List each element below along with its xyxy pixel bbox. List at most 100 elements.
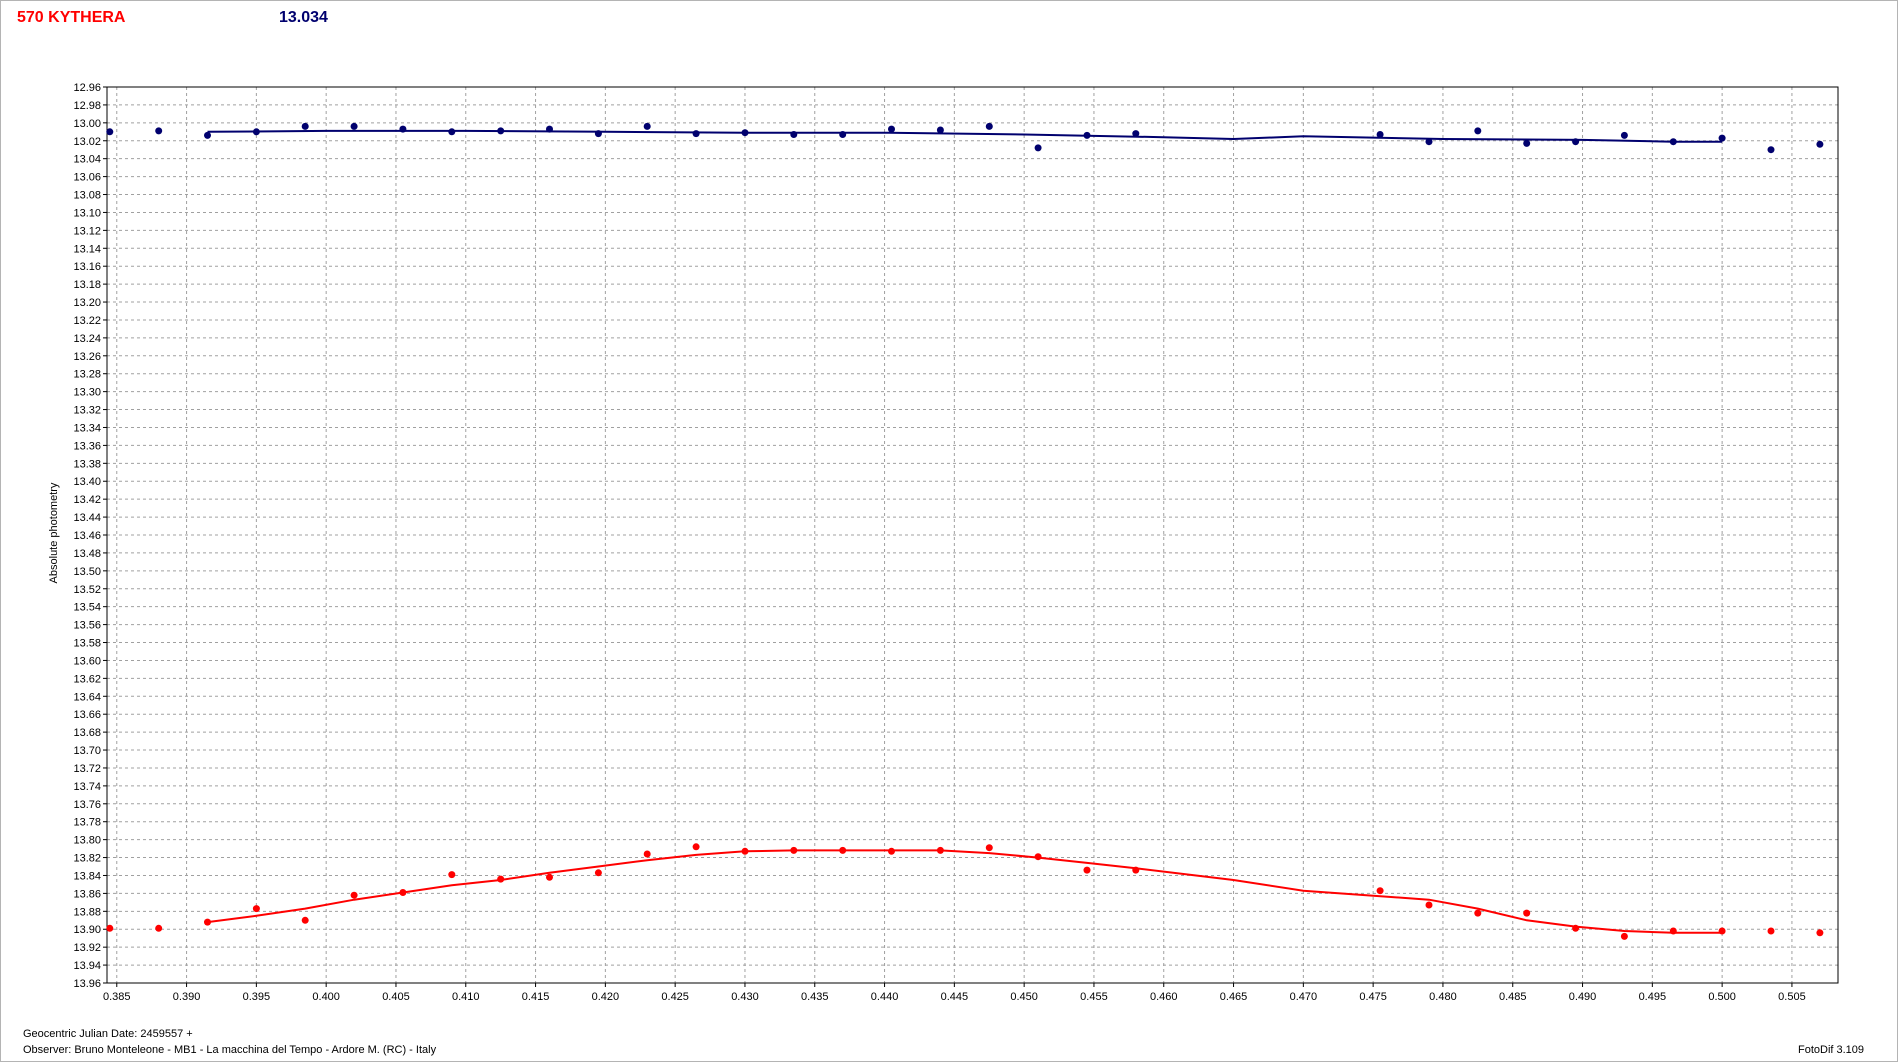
x-tick-label: 0.405	[382, 991, 410, 1003]
y-tick-label: 13.08	[73, 190, 101, 202]
data-point	[350, 891, 358, 899]
data-point	[1767, 146, 1775, 154]
data-point	[692, 130, 700, 138]
data-point	[1572, 138, 1580, 146]
y-tick-label: 13.26	[73, 351, 101, 363]
x-tick-label: 0.425	[661, 991, 689, 1003]
data-point	[448, 871, 456, 879]
y-tick-label: 13.20	[73, 297, 101, 309]
y-tick-label: 13.34	[73, 422, 101, 434]
data-point	[1620, 131, 1628, 139]
data-point	[1523, 139, 1531, 147]
data-point	[1376, 887, 1384, 895]
data-point	[594, 130, 602, 138]
data-point	[1034, 853, 1042, 861]
y-tick-label: 13.42	[73, 494, 101, 506]
data-point	[1816, 929, 1824, 937]
data-point	[399, 889, 407, 896]
y-tick-label: 13.10	[73, 207, 101, 219]
x-tick-label: 0.390	[173, 991, 201, 1003]
y-tick-label: 13.14	[73, 243, 101, 255]
y-tick-label: 13.84	[73, 870, 101, 882]
data-point	[1669, 927, 1677, 935]
y-tick-label: 13.40	[73, 476, 101, 488]
y-tick-label: 13.52	[73, 584, 101, 596]
data-point	[497, 127, 505, 135]
x-tick-label: 0.475	[1359, 991, 1387, 1003]
y-tick-label: 13.12	[73, 225, 101, 237]
data-point	[936, 846, 944, 854]
y-tick-label: 12.98	[73, 100, 101, 112]
data-point	[1572, 924, 1580, 932]
y-tick-label: 13.48	[73, 548, 101, 560]
y-tick-label: 13.16	[73, 261, 101, 273]
x-tick-label: 0.505	[1778, 991, 1806, 1003]
data-point	[1376, 131, 1384, 138]
data-point	[106, 128, 114, 136]
y-tick-label: 13.76	[73, 799, 101, 811]
data-point	[985, 122, 993, 130]
x-axis-ticks: 0.385 0.390 0.395 0.400 0.405 0.410 0.415 0.420…	[103, 983, 1806, 1003]
x-tick-label: 0.410	[452, 991, 480, 1003]
y-tick-label: 13.82	[73, 853, 101, 865]
y-tick-label: 13.80	[73, 835, 101, 847]
x-tick-label: 0.440	[871, 991, 899, 1003]
data-point	[1425, 901, 1433, 909]
data-point	[155, 127, 163, 135]
data-point	[643, 122, 651, 130]
x-tick-label: 0.465	[1220, 991, 1248, 1003]
data-point	[741, 847, 749, 855]
footer-observer: Observer: Bruno Monteleone - MB1 - La ma…	[23, 1044, 437, 1056]
y-tick-label: 13.94	[73, 960, 101, 972]
y-tick-label: 13.64	[73, 691, 101, 703]
x-tick-label: 0.400	[312, 991, 340, 1003]
x-tick-label: 0.470	[1290, 991, 1318, 1003]
y-tick-label: 13.72	[73, 763, 101, 775]
y-axis-ticks: 12.96 12.98 13.00 13.02 13.04 13.06 13.08 13.10…	[73, 82, 107, 990]
data-point	[888, 847, 895, 855]
data-point	[106, 924, 114, 932]
y-tick-label: 13.74	[73, 781, 101, 793]
y-tick-label: 13.78	[73, 817, 101, 829]
y-tick-label: 13.00	[73, 118, 101, 130]
data-point	[204, 131, 211, 139]
data-point	[936, 126, 944, 134]
data-point	[1132, 130, 1140, 138]
y-tick-label: 13.90	[73, 924, 101, 936]
data-point	[301, 122, 309, 130]
y-tick-label: 13.86	[73, 888, 101, 900]
data-point	[1523, 909, 1531, 917]
y-tick-label: 13.44	[73, 512, 101, 524]
data-point	[839, 131, 847, 138]
y-tick-label: 13.50	[73, 566, 101, 578]
y-tick-label: 13.92	[73, 942, 101, 954]
data-point	[643, 850, 651, 858]
x-tick-label: 0.385	[103, 991, 131, 1003]
y-tick-label: 13.96	[73, 978, 101, 990]
x-tick-label: 0.495	[1639, 991, 1667, 1003]
y-tick-label: 13.56	[73, 620, 101, 632]
data-point	[839, 846, 847, 854]
data-point	[1767, 927, 1775, 935]
data-point	[546, 125, 553, 133]
y-tick-label: 13.60	[73, 655, 101, 667]
data-point	[594, 869, 602, 877]
x-tick-label: 0.445	[941, 991, 969, 1003]
y-tick-label: 13.24	[73, 333, 101, 345]
y-axis-label: Absolute photometry	[48, 482, 60, 583]
data-point	[546, 873, 553, 881]
data-point	[252, 905, 260, 913]
data-point	[204, 918, 211, 926]
y-tick-label: 13.02	[73, 136, 101, 148]
data-point	[741, 129, 749, 137]
data-point	[790, 131, 798, 138]
y-tick-label: 13.46	[73, 530, 101, 542]
y-tick-label: 12.96	[73, 82, 101, 94]
data-point	[497, 875, 505, 883]
data-point	[350, 122, 358, 130]
y-tick-label: 13.66	[73, 709, 101, 721]
data-point	[1083, 131, 1091, 139]
data-point	[448, 128, 456, 136]
y-tick-label: 13.36	[73, 440, 101, 452]
y-tick-label: 13.62	[73, 673, 101, 685]
